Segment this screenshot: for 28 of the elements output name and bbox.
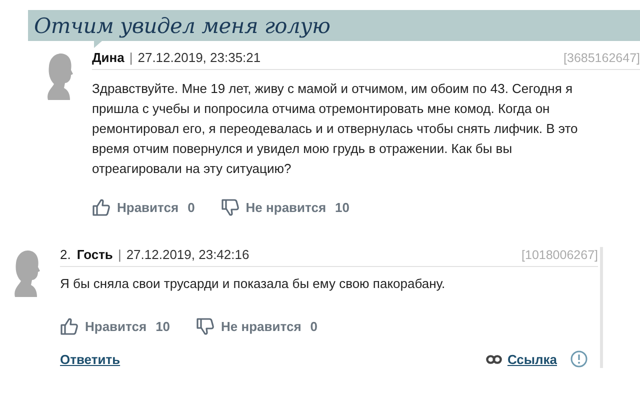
reply-link[interactable]: Ответить — [60, 352, 120, 366]
author-name: Гость — [76, 247, 113, 262]
post-date: 27.12.2019, 23:35:21 — [138, 50, 261, 65]
post-id: [1018006267] — [522, 248, 598, 262]
thumbs-up-icon — [60, 317, 79, 336]
post-text: Здравствуйте. Мне 19 лет, живу с мамой и отчимом, им обоим по 43. Сегодня я пришла с учебы и попросила отчима отремонтировать мне комод. Когда он ремонтировал его, я переодевалась и и отвернулась чтобы снять лифчик. В это время отчим повернулся и увидел мою грудь в отражении. Как бы вы отреагировали на эту ситуацию? — [92, 80, 579, 178]
post-date: 27.12.2019, 23:42:16 — [126, 247, 250, 262]
reaction-label[interactable]: Не нравится — [246, 200, 326, 215]
thumbs-down-icon — [220, 198, 240, 217]
reaction-label[interactable]: Не нравится — [221, 319, 302, 334]
comment-number: 2. — [60, 247, 71, 262]
reaction-count: 0 — [188, 200, 195, 215]
topic-title: Отчим увидел меня голую — [33, 14, 330, 38]
thumbs-down-icon — [196, 317, 216, 336]
exclamation-icon — [570, 350, 588, 368]
reaction-label[interactable]: Нравится — [117, 200, 179, 215]
reaction-count: 10 — [335, 200, 350, 215]
reaction-label[interactable]: Нравится — [85, 319, 147, 334]
reaction-count: 0 — [310, 319, 318, 334]
thumbs-up-icon — [92, 198, 111, 217]
post-text: Я бы сняла свои трусарди и показала бы ему свою пакорабану. — [60, 275, 446, 293]
reaction-count: 10 — [156, 319, 170, 334]
separator: | — [118, 247, 122, 262]
permalink-link[interactable]: Ссылка — [507, 352, 557, 366]
separator: | — [129, 50, 133, 65]
author-name: Дина — [92, 50, 124, 65]
post-id: [3685162647] — [564, 51, 640, 65]
chain-link-icon — [486, 354, 502, 364]
